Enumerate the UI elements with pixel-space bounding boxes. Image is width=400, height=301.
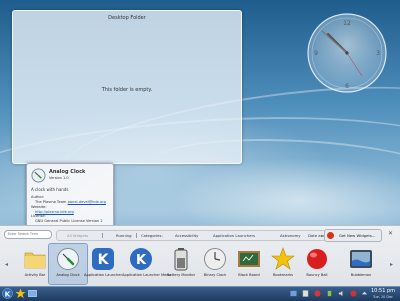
desktop-folder-empty-message: This folder is empty. [101,87,153,93]
tooltip-author-row: The Plasma Team panel-devel@kde.org [35,200,106,204]
tooltip-author-label: Author: [31,195,45,199]
category-scroll-right-icon[interactable]: ▸ [321,231,323,240]
widget-item-label: Black Board [238,273,260,277]
widget-item-label: Binary Clock [203,273,227,277]
category-accessibility[interactable]: Accessibility [175,231,198,240]
add-widgets-panel: All Widgets Running Categories: Accessib… [0,225,400,287]
star-icon[interactable] [15,288,26,299]
widget-item-battery-monitor[interactable]: Battery Monitor [162,244,200,284]
widget-item-bookmarks[interactable]: Bookmarks [264,244,302,284]
widget-item-label: Battery Monitor [166,273,196,277]
widget-category-bar: All Widgets Running Categories: Accessib… [56,230,336,241]
get-new-widgets-label: Get New Widgets... [339,233,376,238]
category-separator [136,233,137,238]
analog-clock-icon [57,248,79,270]
widget-item-application-launcher[interactable]: K Application Launcher [84,244,122,284]
tooltip-author-email-link[interactable]: panel-devel@kde.org [68,200,106,204]
clock-numeral-9: 9 [314,50,318,57]
widget-item-label: Analog Clock [56,273,80,277]
category-label: Categories: [141,233,163,238]
clock-numeral-3: 3 [376,50,380,57]
widget-item-binary-clock[interactable]: Binary Clock [196,244,234,284]
tooltip-license-value: GNU General Public License Version 2 [35,219,103,223]
kde-launcher-menu-icon: K [130,248,152,270]
folder-icon [24,252,46,269]
updates-icon[interactable] [350,290,357,297]
tooltip-author-value: The Plasma Team [35,200,67,204]
star-icon [271,247,295,270]
close-icon[interactable]: ✕ [388,230,393,238]
widget-search-input[interactable] [4,230,52,239]
tooltip-widget-version: Version 1.0 [49,176,69,180]
binary-clock-icon [204,248,226,270]
bubblemon-icon [350,250,372,268]
desktop-icon[interactable] [28,289,37,298]
analog-clock-icon [31,168,46,183]
tooltip-widget-name: Analog Clock [49,169,86,175]
widget-item-application-launcher-menu[interactable]: K Application Launcher Menu [122,244,171,284]
svg-text:K: K [136,253,147,268]
taskbar-clock-time[interactable]: 10:51 pm [371,288,395,294]
tooltip-license-label: License: [31,214,46,218]
clock-numeral-12: 12 [343,20,351,27]
widget-item-bouncy-ball[interactable]: Bouncy Ball [298,244,336,284]
taskbar-clock-date[interactable]: Tue, 20 Dec [373,295,393,299]
widget-item-label: Bouncy Ball [306,273,328,277]
category-astronomy[interactable]: Astronomy [280,231,301,240]
desktop-folder-widget[interactable]: Desktop Folder This folder is empty. [12,10,242,164]
taskbar-panel: K 10:51 pm Tue, 20 Dec [0,286,400,301]
tooltip-website-label: Website: [31,205,47,209]
widget-item-label: Application Launcher Menu [122,273,171,277]
widget-item-black-board[interactable]: Black Board [230,244,268,284]
battery-icon [174,248,188,271]
widget-item-bubblemon[interactable]: Bubblemon [342,244,380,284]
widget-item-label: Application Launcher [84,273,122,277]
widget-item-label: Bubblemon [350,273,372,277]
get-new-widgets-button[interactable]: Get New Widgets... [324,229,382,242]
notification-icon[interactable] [314,290,321,297]
network-icon[interactable] [290,290,297,297]
widget-item-label: Bookmarks [272,273,294,277]
blackboard-icon [238,251,260,267]
show-hidden-icons-icon[interactable] [361,290,368,297]
scroll-left-icon[interactable]: ◂ [5,261,8,268]
clock-numeral-6: 6 [345,83,349,90]
widget-item-analog-clock[interactable]: Analog Clock [48,243,88,285]
ball-icon [307,249,327,269]
power-icon[interactable] [326,290,333,297]
volume-icon[interactable] [338,290,345,297]
svg-text:K: K [98,252,110,268]
category-all-widgets[interactable]: All Widgets [67,231,88,240]
scroll-right-icon[interactable]: ▸ [390,261,393,268]
category-running[interactable]: Running [116,231,132,240]
kde-launcher-icon: K [92,248,114,270]
svg-text:K: K [5,289,11,298]
category-separator [102,233,103,238]
analog-clock-widget[interactable]: 12 3 6 9 [306,12,388,94]
category-application-launchers[interactable]: Application Launchers [213,231,255,240]
kde-menu-icon[interactable]: K [2,288,13,299]
tooltip-description: A clock with hands [31,187,69,192]
desktop-folder-title: Desktop Folder [108,15,146,21]
get-new-widgets-icon [327,231,334,239]
clipboard-icon[interactable] [302,290,309,297]
widget-info-tooltip: Analog Clock Version 1.0 A clock with ha… [26,163,114,227]
